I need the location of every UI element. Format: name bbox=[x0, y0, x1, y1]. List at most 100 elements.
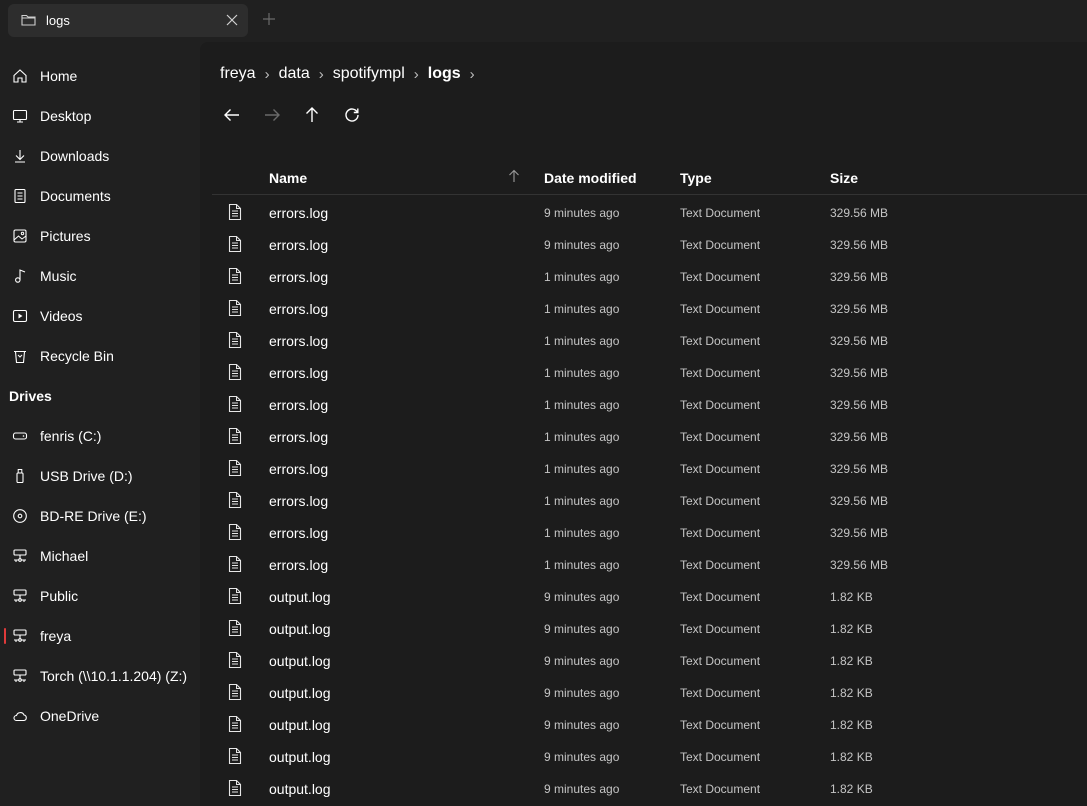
sidebar-item-onedrive[interactable]: OneDrive bbox=[0, 696, 200, 736]
up-button[interactable] bbox=[302, 106, 326, 126]
sidebar: Home Desktop Downloads Documents Picture… bbox=[0, 42, 200, 806]
sidebar-item-label: freya bbox=[40, 628, 72, 644]
file-date: 1 minutes ago bbox=[544, 494, 620, 508]
file-name: errors.log bbox=[269, 333, 329, 349]
file-size: 1.82 KB bbox=[830, 718, 873, 732]
file-name: output.log bbox=[269, 781, 331, 797]
sidebar-item-michael[interactable]: Michael bbox=[0, 536, 200, 576]
file-name: errors.log bbox=[269, 397, 329, 413]
file-size: 1.82 KB bbox=[830, 686, 873, 700]
file-row[interactable]: errors.log 9 minutes ago Text Document 329.… bbox=[212, 196, 1087, 228]
file-row[interactable]: errors.log 1 minutes ago Text Document 329.… bbox=[212, 548, 1087, 580]
file-row[interactable]: output.log 9 minutes ago Text Document 1.82… bbox=[212, 676, 1087, 708]
column-header-size[interactable]: Size bbox=[830, 170, 858, 186]
sidebar-item-home[interactable]: Home bbox=[0, 56, 200, 96]
file-date: 9 minutes ago bbox=[544, 782, 620, 796]
file-type: Text Document bbox=[680, 270, 761, 284]
text-file-icon bbox=[228, 587, 242, 610]
sidebar-item-label: Videos bbox=[40, 308, 83, 324]
sidebar-item-label: Downloads bbox=[40, 148, 110, 164]
sidebar-item-torch[interactable]: Torch (\\10.1.1.204) (Z:) bbox=[0, 656, 200, 696]
file-row[interactable]: output.log 9 minutes ago Text Document 1.82… bbox=[212, 772, 1087, 804]
sidebar-item-drive-d[interactable]: USB Drive (D:) bbox=[0, 456, 200, 496]
forward-button[interactable] bbox=[262, 106, 286, 126]
file-row[interactable]: output.log 9 minutes ago Text Document 1.82… bbox=[212, 644, 1087, 676]
sidebar-item-label: Public bbox=[40, 588, 79, 604]
download-icon bbox=[12, 148, 28, 164]
file-name: output.log bbox=[269, 621, 331, 637]
file-row[interactable]: errors.log 9 minutes ago Text Document 329.… bbox=[212, 228, 1087, 260]
refresh-button[interactable] bbox=[342, 106, 366, 126]
file-row[interactable]: output.log 9 minutes ago Text Document 1.82… bbox=[212, 740, 1087, 772]
breadcrumb-item-logs[interactable]: logs bbox=[428, 65, 461, 83]
file-size: 329.56 MB bbox=[830, 398, 889, 412]
file-row[interactable]: output.log 9 minutes ago Text Document 1.82… bbox=[212, 580, 1087, 612]
sidebar-item-drive-e[interactable]: BD-RE Drive (E:) bbox=[0, 496, 200, 536]
chevron-right-icon[interactable]: › bbox=[470, 66, 475, 83]
column-header-name[interactable]: Name bbox=[269, 170, 307, 186]
sidebar-item-public[interactable]: Public bbox=[0, 576, 200, 616]
sidebar-item-music[interactable]: Music bbox=[0, 256, 200, 296]
file-size: 1.82 KB bbox=[830, 590, 873, 604]
file-size: 329.56 MB bbox=[830, 206, 889, 220]
network-drive-icon bbox=[12, 668, 28, 684]
new-tab-icon[interactable] bbox=[262, 12, 276, 31]
file-row[interactable]: errors.log 1 minutes ago Text Document 329.… bbox=[212, 356, 1087, 388]
network-drive-icon bbox=[12, 548, 28, 564]
text-file-icon bbox=[228, 363, 242, 386]
column-header-date[interactable]: Date modified bbox=[544, 170, 637, 186]
breadcrumb-item-spotifympl[interactable]: spotifympl bbox=[333, 65, 405, 83]
sidebar-item-documents[interactable]: Documents bbox=[0, 176, 200, 216]
breadcrumb-item-data[interactable]: data bbox=[279, 65, 310, 83]
file-row[interactable]: output.log 9 minutes ago Text Document 1.82… bbox=[212, 708, 1087, 740]
file-row[interactable]: errors.log 1 minutes ago Text Document 329.… bbox=[212, 484, 1087, 516]
file-row[interactable]: errors.log 1 minutes ago Text Document 329.… bbox=[212, 292, 1087, 324]
file-date: 9 minutes ago bbox=[544, 590, 620, 604]
file-name: errors.log bbox=[269, 429, 329, 445]
file-size: 329.56 MB bbox=[830, 494, 889, 508]
sort-ascending-icon[interactable] bbox=[508, 169, 520, 186]
sidebar-item-label: Pictures bbox=[40, 228, 91, 244]
file-row[interactable]: errors.log 1 minutes ago Text Document 329.… bbox=[212, 324, 1087, 356]
column-header-type[interactable]: Type bbox=[680, 170, 712, 186]
close-icon[interactable] bbox=[226, 13, 238, 31]
file-size: 329.56 MB bbox=[830, 302, 889, 316]
file-name: output.log bbox=[269, 685, 331, 701]
file-row[interactable]: errors.log 1 minutes ago Text Document 329.… bbox=[212, 516, 1087, 548]
sidebar-item-desktop[interactable]: Desktop bbox=[0, 96, 200, 136]
file-name: errors.log bbox=[269, 525, 329, 541]
sidebar-item-label: USB Drive (D:) bbox=[40, 468, 133, 484]
file-name: errors.log bbox=[269, 493, 329, 509]
text-file-icon bbox=[228, 331, 242, 354]
file-type: Text Document bbox=[680, 366, 761, 380]
text-file-icon bbox=[228, 267, 242, 290]
file-row[interactable]: errors.log 1 minutes ago Text Document 329.… bbox=[212, 388, 1087, 420]
sidebar-item-label: OneDrive bbox=[40, 708, 100, 724]
file-date: 1 minutes ago bbox=[544, 430, 620, 444]
sidebar-item-downloads[interactable]: Downloads bbox=[0, 136, 200, 176]
tab-logs[interactable]: logs bbox=[8, 4, 248, 37]
text-file-icon bbox=[228, 203, 242, 226]
file-name: errors.log bbox=[269, 461, 329, 477]
file-row[interactable]: errors.log 1 minutes ago Text Document 329.… bbox=[212, 420, 1087, 452]
file-size: 329.56 MB bbox=[830, 334, 889, 348]
file-row[interactable]: errors.log 1 minutes ago Text Document 329.… bbox=[212, 452, 1087, 484]
music-icon bbox=[12, 268, 28, 284]
sidebar-item-videos[interactable]: Videos bbox=[0, 296, 200, 336]
text-file-icon bbox=[228, 715, 242, 738]
folder-icon bbox=[21, 13, 36, 31]
sidebar-item-pictures[interactable]: Pictures bbox=[0, 216, 200, 256]
sidebar-item-label: Desktop bbox=[40, 108, 92, 124]
file-row[interactable]: errors.log 1 minutes ago Text Document 329.… bbox=[212, 260, 1087, 292]
file-type: Text Document bbox=[680, 590, 761, 604]
sidebar-item-recycle-bin[interactable]: Recycle Bin bbox=[0, 336, 200, 376]
sidebar-item-drive-c[interactable]: fenris (C:) bbox=[0, 416, 200, 456]
sidebar-item-freya[interactable]: freya bbox=[0, 616, 200, 656]
file-name: errors.log bbox=[269, 205, 329, 221]
file-date: 9 minutes ago bbox=[544, 686, 620, 700]
file-size: 329.56 MB bbox=[830, 270, 889, 284]
file-name: errors.log bbox=[269, 269, 329, 285]
back-button[interactable] bbox=[222, 106, 246, 126]
breadcrumb-item-freya[interactable]: freya bbox=[220, 65, 256, 83]
file-row[interactable]: output.log 9 minutes ago Text Document 1.82… bbox=[212, 612, 1087, 644]
